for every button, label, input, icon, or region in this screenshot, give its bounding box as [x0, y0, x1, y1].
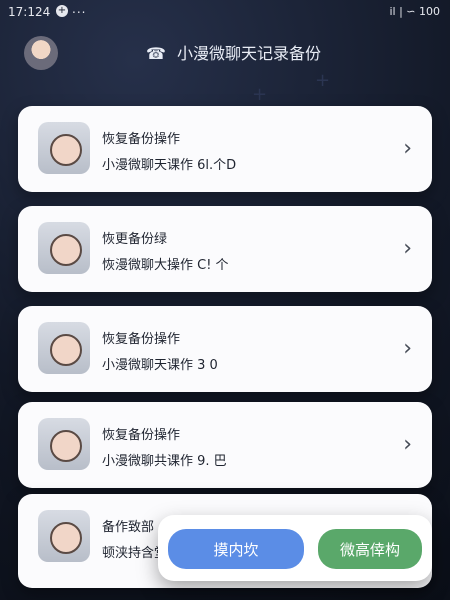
avatar[interactable]	[24, 36, 58, 70]
chevron-right-icon: ›	[403, 236, 412, 261]
chevron-right-icon: ›	[403, 136, 412, 161]
phone-icon: ☎	[146, 44, 166, 63]
plus-decoration-icon: +	[315, 70, 331, 91]
backup-subtitle: 小漫微聊共课作 9. 巴	[102, 454, 227, 469]
backup-subtitle: 小漫微聊天课作 3 0	[102, 358, 218, 373]
chevron-right-icon: ›	[403, 336, 412, 361]
page-title-text: 小漫微聊天记录备份	[177, 44, 322, 63]
backup-card[interactable]: 恢更备份绿 恢漫微聊大操作 C! 个 ›	[18, 206, 432, 292]
status-bar: 17:124 + ... il | ∽ 100	[0, 0, 450, 26]
status-dots: ...	[72, 2, 87, 16]
backup-title: 恢复备份操作	[102, 428, 181, 443]
page-title: ☎ 小漫微聊天记录备份	[146, 40, 321, 64]
backup-card[interactable]: 恢复备份操作 小漫微聊天课作 6l.个D ›	[18, 106, 432, 192]
backup-title: 恢更备份绿	[102, 232, 168, 247]
status-time: 17:124	[8, 5, 51, 19]
backup-title: 恢复备份操作	[102, 132, 181, 147]
header: ☎ 小漫微聊天记录备份	[0, 30, 450, 70]
bottom-action-bar: 摸内坎 微高倖构	[158, 515, 432, 581]
primary-action-button[interactable]: 摸内坎	[168, 529, 304, 569]
backup-subtitle: 小漫微聊天课作 6l.个D	[102, 158, 237, 173]
backup-title: 恢复备份操作	[102, 332, 181, 347]
backup-title: 备作致部	[102, 520, 155, 535]
backup-subtitle: 恢漫微聊大操作 C! 个	[102, 258, 229, 273]
plus-icon: +	[56, 5, 68, 17]
chevron-right-icon: ›	[403, 432, 412, 457]
secondary-action-button[interactable]: 微高倖构	[318, 529, 422, 569]
backup-thumbnail	[38, 222, 90, 274]
backup-thumbnail	[38, 322, 90, 374]
backup-thumbnail	[38, 122, 90, 174]
backup-card[interactable]: 恢复备份操作 小漫微聊共课作 9. 巴 ›	[18, 402, 432, 488]
plus-decoration-icon: +	[252, 84, 268, 105]
backup-card[interactable]: 恢复备份操作 小漫微聊天课作 3 0 ›	[18, 306, 432, 392]
backup-thumbnail	[38, 418, 90, 470]
status-right: il | ∽ 100	[389, 5, 440, 18]
backup-thumbnail	[38, 510, 90, 562]
